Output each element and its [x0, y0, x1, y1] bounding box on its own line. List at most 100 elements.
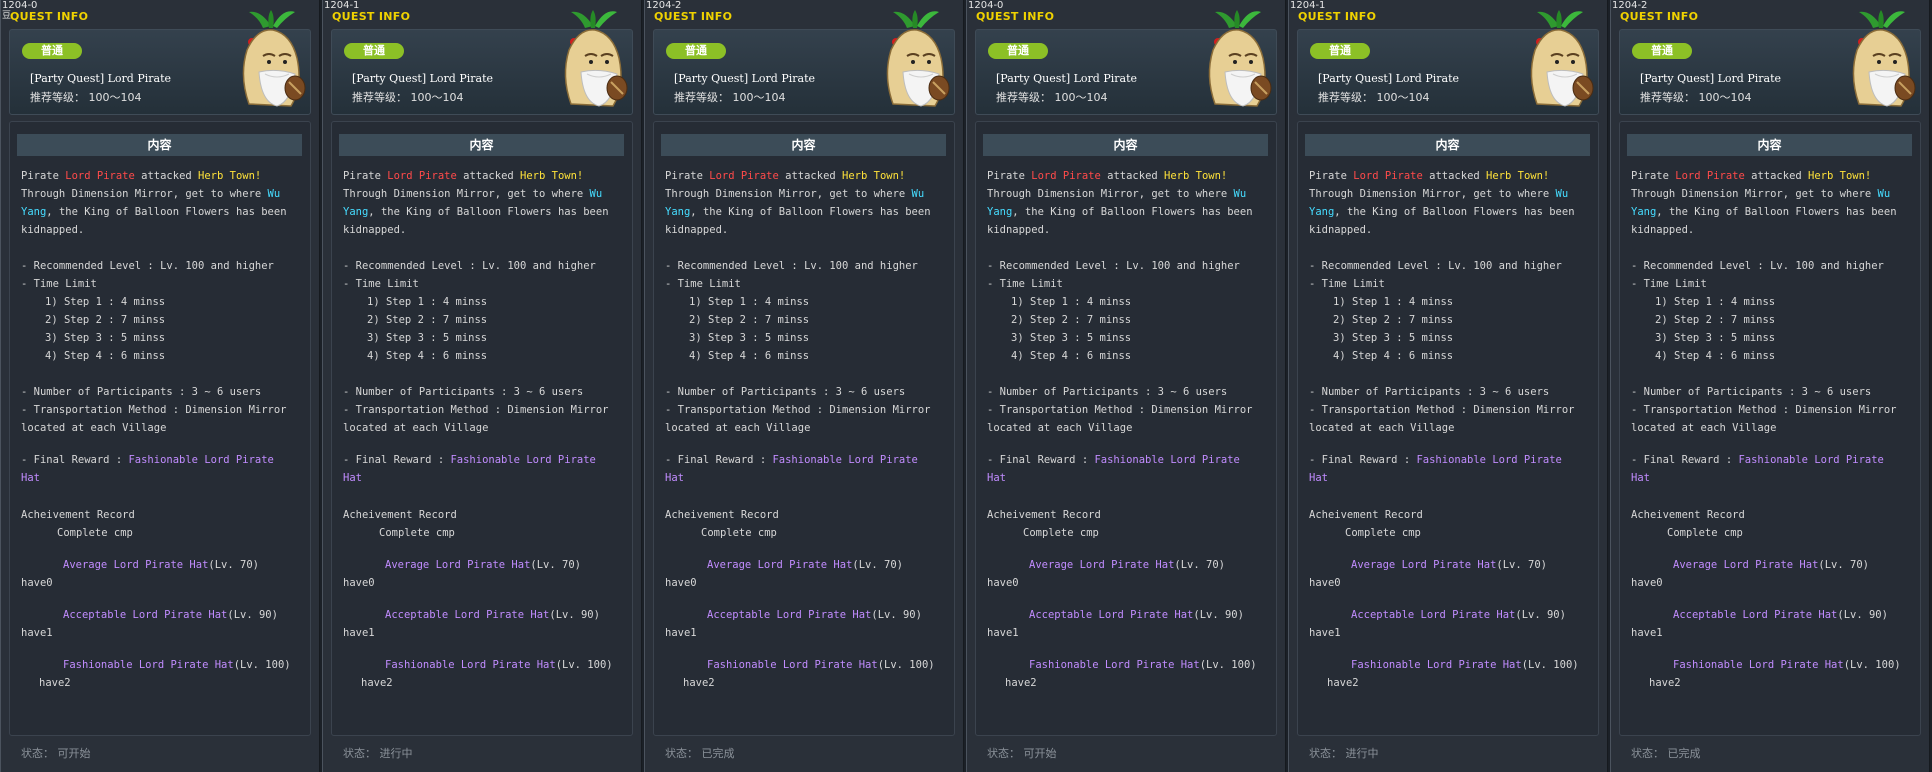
hat-level: (Lv. 90) [1515, 609, 1566, 621]
reward-item-name: Fashionable Lord Pirate [1094, 454, 1240, 466]
desc-text: Pirate [1309, 170, 1354, 182]
participants-line: - Number of Participants : 3 ~ 6 users [665, 386, 906, 398]
complete-label: Complete cmp [701, 527, 777, 539]
transport-line-2: located at each Village [343, 422, 489, 434]
reward-label: - Final Reward : [1309, 454, 1417, 466]
herb-town-name: Herb Town! [198, 170, 262, 182]
have-count-0: have0 [1309, 577, 1341, 589]
quest-info-heading: QUEST INFO [1620, 10, 1699, 23]
hat-level: (Lv. 100) [555, 659, 613, 671]
desc-text: , the King of Balloon Flowers has been [690, 206, 931, 218]
content-header: 内容 [661, 134, 946, 156]
wu-yang-name: Wu [267, 188, 281, 200]
have-count-0: have0 [665, 577, 697, 589]
desc-text: Pirate [343, 170, 388, 182]
step-3-line: 3) Step 3 : 5 minss [45, 332, 166, 344]
transport-line-2: located at each Village [1631, 422, 1777, 434]
transport-line-2: located at each Village [987, 422, 1133, 434]
hat-level: (Lv. 100) [1843, 659, 1901, 671]
hat-line-average: Average Lord Pirate Hat(Lv. 70) [707, 558, 903, 572]
quest-info-heading: QUEST INFO [976, 10, 1055, 23]
wu-yang-name: Wu [589, 188, 603, 200]
step-1-line: 1) Step 1 : 4 minss [1011, 296, 1132, 308]
hat-level: (Lv. 70) [1818, 559, 1869, 571]
hat-line-acceptable: Acceptable Lord Pirate Hat(Lv. 90) [385, 608, 600, 622]
recommended-level-line: - Recommended Level : Lv. 100 and higher [1631, 260, 1884, 272]
hat-line-average: Average Lord Pirate Hat(Lv. 70) [1673, 558, 1869, 572]
desc-text: attacked [456, 170, 521, 182]
hat-name: Average Lord Pirate Hat [707, 559, 853, 571]
step-4-line: 4) Step 4 : 6 minss [1655, 350, 1776, 362]
step-1-line: 1) Step 1 : 4 minss [1655, 296, 1776, 308]
lord-pirate-name: Lord Pirate [387, 170, 457, 182]
hat-level: (Lv. 70) [1174, 559, 1225, 571]
herb-town-name: Herb Town! [1486, 170, 1550, 182]
quest-info-window: 1204-0 QUEST INFO 普通 [Party Quest] Lord … [966, 0, 1286, 772]
recommended-level-line: - Recommended Level : Lv. 100 and higher [665, 260, 918, 272]
complete-label: Complete cmp [1023, 527, 1099, 539]
achievement-heading: Acheivement Record [1309, 509, 1423, 521]
step-4-line: 4) Step 4 : 6 minss [1011, 350, 1132, 362]
desc-text: attacked [1422, 170, 1487, 182]
hat-line-acceptable: Acceptable Lord Pirate Hat(Lv. 90) [1351, 608, 1566, 622]
step-4-line: 4) Step 4 : 6 minss [45, 350, 166, 362]
hat-name: Fashionable Lord Pirate Hat [707, 659, 878, 671]
herb-town-name: Herb Town! [1808, 170, 1872, 182]
hat-name: Average Lord Pirate Hat [1351, 559, 1497, 571]
desc-text: Pirate [665, 170, 710, 182]
reward-label: - Final Reward : [987, 454, 1095, 466]
desc-text: , the King of Balloon Flowers has been [1656, 206, 1897, 218]
hat-name: Acceptable Lord Pirate Hat [385, 609, 550, 621]
wu-yang-npc-icon [886, 10, 950, 107]
achievement-heading: Acheivement Record [665, 509, 779, 521]
wu-yang-name: Wu [1233, 188, 1247, 200]
hat-level: (Lv. 90) [227, 609, 278, 621]
reward-item-name: Fashionable Lord Pirate [1738, 454, 1884, 466]
wu-yang-npc-icon [242, 10, 306, 107]
hat-level: (Lv. 100) [1199, 659, 1257, 671]
hat-level: (Lv. 90) [1193, 609, 1244, 621]
have-count-1: have1 [1309, 627, 1341, 639]
hat-name: Fashionable Lord Pirate Hat [1351, 659, 1522, 671]
have-count-0: have0 [343, 577, 375, 589]
final-reward-line-2: Hat [665, 472, 684, 484]
herb-town-name: Herb Town! [1164, 170, 1228, 182]
grade-badge: 普通 [1310, 43, 1370, 59]
hat-name: Average Lord Pirate Hat [1029, 559, 1175, 571]
desc-line-2: Through Dimension Mirror, get to where W… [1631, 187, 1890, 201]
herb-town-name: Herb Town! [520, 170, 584, 182]
wu-yang-name: Yang [987, 206, 1013, 218]
hat-line-acceptable: Acceptable Lord Pirate Hat(Lv. 90) [707, 608, 922, 622]
content-header: 内容 [1305, 134, 1590, 156]
recommended-level: 推荐等级： 100～104 [996, 91, 1108, 104]
complete-label: Complete cmp [379, 527, 455, 539]
step-3-line: 3) Step 3 : 5 minss [1333, 332, 1454, 344]
reward-item-name: Fashionable Lord Pirate [772, 454, 918, 466]
transport-line-2: located at each Village [1309, 422, 1455, 434]
hat-line-fashionable: Fashionable Lord Pirate Hat(Lv. 100) [1351, 658, 1579, 672]
have-count-2: have2 [39, 677, 71, 689]
desc-line-4: kidnapped. [665, 224, 729, 236]
desc-text: Through Dimension Mirror, get to where [1631, 188, 1878, 200]
have-count-1: have1 [343, 627, 375, 639]
desc-line-2: Through Dimension Mirror, get to where W… [21, 187, 280, 201]
have-count-2: have2 [1327, 677, 1359, 689]
step-2-line: 2) Step 2 : 7 minss [45, 314, 166, 326]
recommended-level-line: - Recommended Level : Lv. 100 and higher [1309, 260, 1562, 272]
achievement-heading: Acheivement Record [343, 509, 457, 521]
grade-badge: 普通 [1632, 43, 1692, 59]
quest-info-heading: QUEST INFO [332, 10, 411, 23]
wu-yang-name: Yang [1309, 206, 1335, 218]
recommended-level: 推荐等级： 100～104 [1640, 91, 1752, 104]
reward-item-name: Fashionable Lord Pirate [1416, 454, 1562, 466]
hat-line-fashionable: Fashionable Lord Pirate Hat(Lv. 100) [385, 658, 613, 672]
quest-info-window: 1204-2 QUEST INFO 普通 [Party Quest] Lord … [1610, 0, 1930, 772]
step-3-line: 3) Step 3 : 5 minss [689, 332, 810, 344]
desc-line-4: kidnapped. [1309, 224, 1373, 236]
desc-text: Through Dimension Mirror, get to where [343, 188, 590, 200]
wu-yang-name: Yang [665, 206, 691, 218]
desc-text: , the King of Balloon Flowers has been [46, 206, 287, 218]
wu-yang-npc-icon [564, 10, 628, 107]
desc-line-1: Pirate Lord Pirate attacked Herb Town! [343, 169, 583, 183]
quest-title: [Party Quest] Lord Pirate [352, 72, 494, 85]
